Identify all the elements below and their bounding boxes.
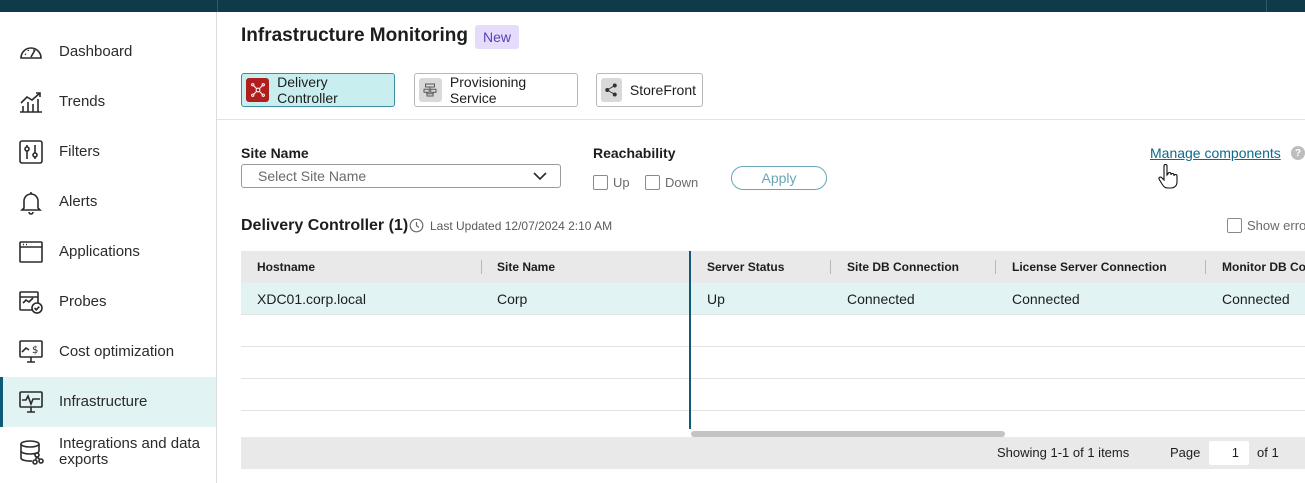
sidebar-item-label: Cost optimization: [59, 343, 175, 360]
reachability-down-checkbox[interactable]: Down: [645, 174, 699, 190]
cell-site-db-connection: Connected: [847, 291, 915, 307]
filters-sliders-icon: [17, 138, 45, 166]
trends-chart-icon: [17, 88, 45, 116]
sidebar-item-label: Applications: [59, 243, 140, 260]
cost-monitor-dollar-icon: $: [17, 338, 45, 366]
page-number-input[interactable]: 1: [1209, 441, 1249, 465]
pagination-summary: Showing 1-1 of 1 items: [997, 445, 1130, 460]
reachability-up-checkbox[interactable]: Up: [593, 174, 630, 190]
component-button-delivery-controller[interactable]: Delivery Controller: [241, 73, 395, 107]
checkbox-box[interactable]: [1227, 218, 1242, 233]
probes-calendar-check-icon: [17, 288, 45, 316]
new-badge: New: [475, 25, 520, 49]
provisioning-service-icon: [419, 78, 442, 102]
applications-window-icon: [17, 238, 45, 266]
column-header-site-db-connection[interactable]: Site DB Connection: [847, 260, 959, 274]
column-header-monitor-db-connection[interactable]: Monitor DB Con: [1222, 260, 1305, 274]
site-name-label: Site Name: [241, 145, 309, 161]
column-divider[interactable]: [995, 260, 996, 274]
column-header-hostname[interactable]: Hostname: [257, 260, 315, 274]
top-bar: [0, 0, 1305, 12]
chevron-down-icon: [533, 172, 547, 181]
delivery-controller-icon: [246, 78, 270, 102]
checkbox-label: Show erro: [1247, 218, 1305, 233]
pinned-column-divider: [689, 251, 691, 429]
sidebar-item-trends[interactable]: Trends: [0, 77, 216, 127]
top-bar-divider: [1266, 0, 1267, 12]
sidebar-item-infrastructure[interactable]: Infrastructure: [0, 377, 216, 427]
cell-license-server-connection: Connected: [1012, 291, 1080, 307]
sidebar-item-label: Infrastructure: [59, 393, 148, 410]
component-button-label: Delivery Controller: [277, 74, 338, 106]
sidebar-item-filters[interactable]: Filters: [0, 127, 216, 177]
site-name-select[interactable]: Select Site Name: [241, 164, 561, 188]
data-grid: Hostname Site Name Server Status Site DB…: [241, 251, 1305, 469]
sidebar-item-label: Integrations and data exports: [59, 435, 200, 468]
column-header-license-server-connection[interactable]: License Server Connection: [1012, 260, 1167, 274]
sidebar-item-dashboard[interactable]: Dashboard: [0, 27, 216, 77]
sidebar-item-label: Filters: [59, 143, 100, 160]
cell-monitor-db-connection: Connected: [1222, 291, 1290, 307]
table-row-empty: [241, 315, 1305, 347]
integrations-database-icon: [17, 438, 45, 466]
manage-components-link[interactable]: Manage components: [1150, 145, 1281, 161]
column-divider[interactable]: [481, 260, 482, 274]
sidebar-item-alerts[interactable]: Alerts: [0, 177, 216, 227]
show-errors-checkbox[interactable]: Show erro: [1227, 218, 1305, 233]
sidebar-item-label: Alerts: [59, 193, 98, 210]
column-divider[interactable]: [1205, 260, 1206, 274]
sidebar-item-applications[interactable]: Applications: [0, 227, 216, 277]
checkbox-label: Down: [665, 174, 699, 190]
reachability-label: Reachability: [593, 145, 676, 161]
main-content: Infrastructure Monitoring New Delivery C…: [217, 12, 1305, 483]
cell-hostname: XDC01.corp.local: [257, 291, 366, 307]
component-button-label: Provisioning Service: [449, 74, 527, 106]
column-header-server-status[interactable]: Server Status: [707, 260, 784, 274]
component-button-provisioning-service[interactable]: Provisioning Service: [414, 73, 578, 107]
table-row[interactable]: XDC01.corp.local Corp Up Connected Conne…: [241, 283, 1305, 315]
table-row-empty: [241, 379, 1305, 411]
checkbox-label: Up: [613, 174, 630, 190]
sidebar-item-probes[interactable]: Probes: [0, 277, 216, 327]
column-header-site-name[interactable]: Site Name: [497, 260, 555, 274]
component-button-label: StoreFront: [629, 82, 696, 98]
site-name-select-value: Select Site Name: [258, 168, 367, 184]
column-divider[interactable]: [830, 260, 831, 274]
component-button-storefront[interactable]: StoreFront: [596, 73, 703, 107]
clock-icon: [409, 218, 424, 233]
sidebar-item-cost-optimization[interactable]: $ Cost optimization: [0, 327, 216, 377]
table-header: Hostname Site Name Server Status Site DB…: [241, 251, 1305, 283]
section-divider: [217, 119, 1305, 120]
checkbox-box[interactable]: [645, 174, 660, 190]
section-title: Delivery Controller (1): [241, 217, 409, 234]
dashboard-gauge-icon: [17, 38, 45, 66]
apply-button[interactable]: Apply: [731, 166, 827, 190]
hand-cursor-icon: [1158, 164, 1178, 189]
help-icon[interactable]: ?: [1291, 146, 1305, 160]
sidebar-item-integrations[interactable]: Integrations and data exports: [0, 427, 216, 477]
alerts-bell-icon: [17, 188, 45, 216]
checkbox-box[interactable]: [593, 174, 608, 190]
pagination-page-label: Page: [1170, 445, 1201, 460]
page-title: Infrastructure Monitoring: [241, 25, 468, 46]
sidebar-item-label: Probes: [59, 293, 107, 310]
top-bar-divider: [217, 0, 218, 12]
sidebar-item-label: Trends: [59, 93, 106, 110]
pagination-total: of 1: [1257, 445, 1279, 460]
cell-server-status: Up: [707, 291, 725, 307]
table-row-empty: [241, 347, 1305, 379]
storefront-share-icon: [601, 78, 622, 102]
cell-site-name: Corp: [497, 291, 528, 307]
infrastructure-monitor-pulse-icon: [17, 388, 45, 416]
pagination-bar: Showing 1-1 of 1 items Page 1 of 1: [241, 437, 1305, 469]
sidebar-item-label: Dashboard: [59, 43, 133, 60]
last-updated-text: Last Updated 12/07/2024 2:10 AM: [430, 219, 613, 233]
svg-text:$: $: [32, 345, 38, 356]
sidebar: Dashboard Trends Filters Alerts Applicat…: [0, 12, 217, 483]
